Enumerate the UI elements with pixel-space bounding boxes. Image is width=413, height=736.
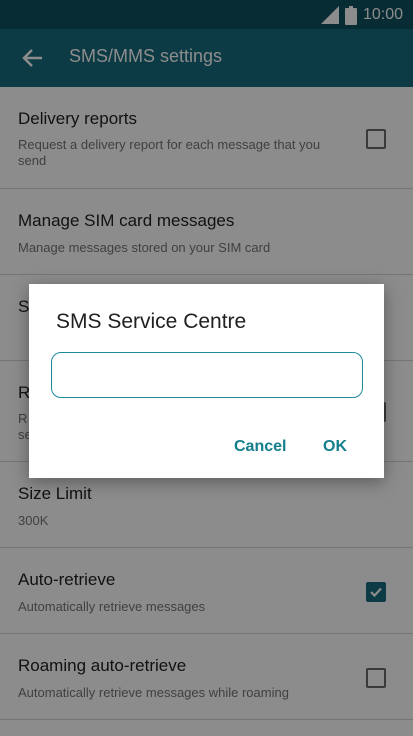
ok-button[interactable]: OK — [323, 438, 347, 456]
sms-service-centre-dialog: SMS Service Centre Cancel OK — [29, 284, 384, 478]
dialog-title: SMS Service Centre — [56, 310, 247, 333]
service-centre-input[interactable] — [51, 352, 363, 398]
cancel-button[interactable]: Cancel — [234, 438, 286, 456]
